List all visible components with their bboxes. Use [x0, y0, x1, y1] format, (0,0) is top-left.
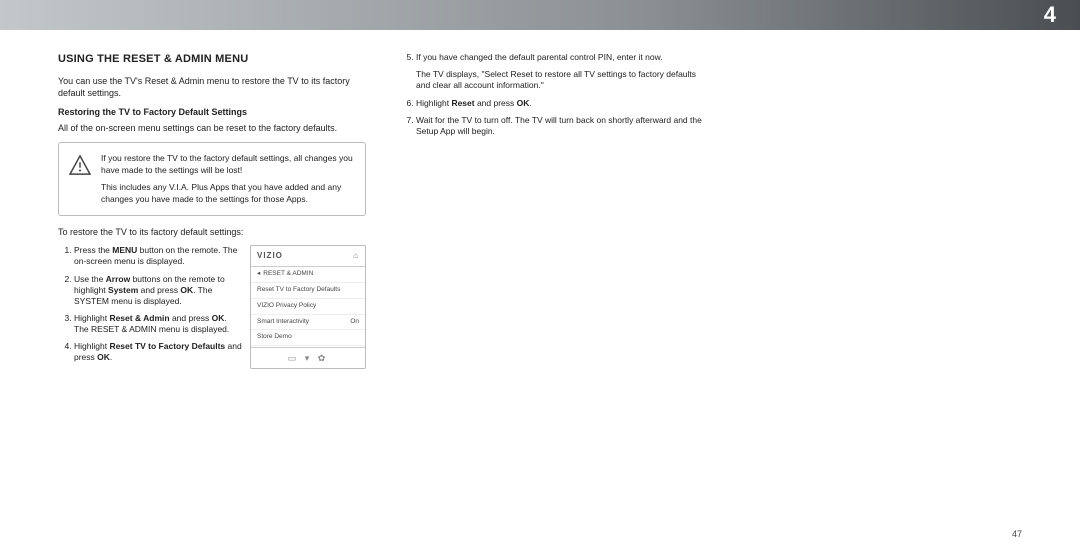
- page-number: 47: [1012, 529, 1022, 539]
- page-body: USING THE RESET & ADMIN MENU You can use…: [58, 52, 1022, 541]
- step-item: Highlight Reset and press OK.: [416, 98, 708, 109]
- warning-line-2: This includes any V.I.A. Plus Apps that …: [101, 182, 355, 205]
- tv-menu-item: Reset TV to Factory Defaults: [251, 283, 365, 299]
- warning-icon: [69, 153, 91, 205]
- step-item: If you have changed the default parental…: [416, 52, 708, 91]
- tv-menu-item: VIZIO Privacy Policy: [251, 299, 365, 315]
- tv-menu-item: Smart InteractivityOn: [251, 315, 365, 331]
- section-heading: USING THE RESET & ADMIN MENU: [58, 52, 366, 67]
- step-item: Press the MENU button on the remote. The…: [74, 245, 242, 267]
- step-item: Use the Arrow buttons on the remote to h…: [74, 274, 242, 307]
- intro-paragraph: You can use the TV's Reset & Admin menu …: [58, 75, 366, 99]
- paragraph: To restore the TV to its factory default…: [58, 226, 366, 238]
- steps-list-continued: If you have changed the default parental…: [400, 52, 708, 137]
- tv-menu-mockup: VIZIO ⌂ ◂ RESET & ADMIN Reset TV to Fact…: [250, 245, 366, 368]
- warning-line-1: If you restore the TV to the factory def…: [101, 153, 355, 176]
- tv-menu-item: Store Demo: [251, 330, 365, 346]
- warning-panel: If you restore the TV to the factory def…: [58, 142, 366, 216]
- home-icon: ⌂: [353, 251, 359, 262]
- column-right: If you have changed the default parental…: [400, 52, 708, 541]
- warning-text: If you restore the TV to the factory def…: [101, 153, 355, 205]
- tv-brand: VIZIO: [257, 251, 283, 262]
- tv-menu-footer-icons: ▭ ▾ ✿: [251, 347, 365, 368]
- column-left: USING THE RESET & ADMIN MENU You can use…: [58, 52, 366, 541]
- step-sub-paragraph: The TV displays, "Select Reset to restor…: [416, 69, 708, 91]
- step-item: Highlight Reset & Admin and press OK. Th…: [74, 313, 242, 335]
- tv-menu-section: ◂ RESET & ADMIN: [251, 267, 365, 283]
- tv-menu-header: VIZIO ⌂: [251, 246, 365, 267]
- step-item: Highlight Reset TV to Factory Defaults a…: [74, 341, 242, 363]
- chapter-number: 4: [1044, 2, 1056, 28]
- subheading: Restoring the TV to Factory Default Sett…: [58, 106, 366, 118]
- steps-list: Press the MENU button on the remote. The…: [58, 245, 242, 368]
- paragraph: All of the on-screen menu settings can b…: [58, 122, 366, 134]
- back-arrow-icon: ◂: [257, 270, 260, 279]
- chapter-bar: 4: [0, 0, 1080, 30]
- step-item: Wait for the TV to turn off. The TV will…: [416, 115, 708, 137]
